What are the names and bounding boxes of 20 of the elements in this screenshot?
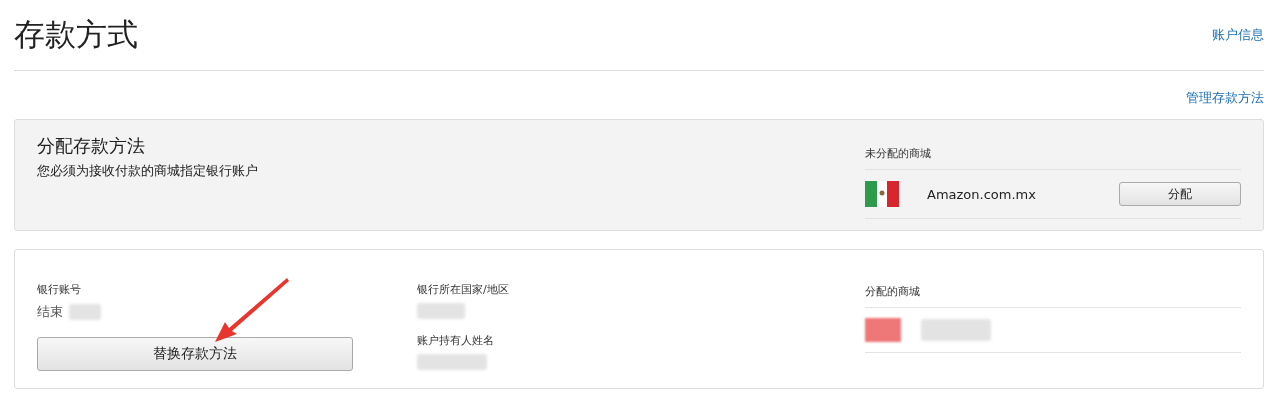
account-info-link[interactable]: 账户信息 [1212,26,1264,44]
blurred-block [69,304,101,320]
replace-method-button[interactable]: 替换存款方法 [37,337,353,371]
blurred-block [417,303,465,319]
field-label: 账户持有人姓名 [417,333,495,348]
blurred-block [921,319,991,341]
account-value: 结束 [37,303,63,321]
section-heading: 未分配的商城 [865,146,1241,170]
store-name: Amazon.com.mx [927,186,1037,202]
panel-subtitle: 您必须为接收付款的商城指定银行账户 [37,162,259,180]
blurred-block [417,354,487,370]
field-label: 银行账号 [37,282,82,297]
page-title: 存款方式 [14,15,138,54]
panel-title: 分配存款方法 [37,134,146,158]
field-label: 银行所在国家/地区 [417,282,510,297]
section-heading: 分配的商城 [865,284,1241,308]
assign-button[interactable]: 分配 [1119,182,1241,206]
manage-methods-link[interactable]: 管理存款方法 [1186,89,1264,107]
flag-icon [865,181,899,207]
blurred-flag [865,318,901,342]
